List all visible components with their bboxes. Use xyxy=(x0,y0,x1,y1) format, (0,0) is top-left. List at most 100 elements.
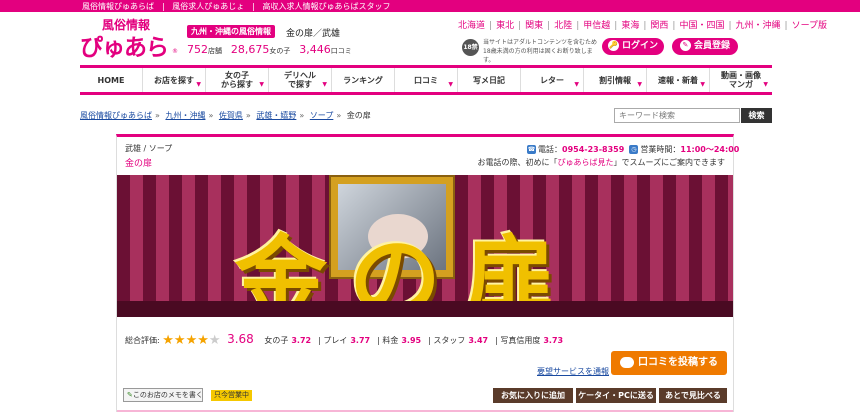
logo-registered-mark: ® xyxy=(172,48,178,55)
site-logo[interactable]: 風俗情報 ぴゅあらば ® xyxy=(80,16,180,95)
caret-down-icon: ▼ xyxy=(763,81,768,88)
phone-icon: ☎ xyxy=(527,145,536,154)
open-now-badge: 只今営業中 xyxy=(211,390,252,401)
add-favorite-button[interactable]: お気に入りに追加 xyxy=(493,388,573,403)
breadcrumb-link[interactable]: 風俗情報ぴゅあらば xyxy=(80,111,152,120)
star-filled-icon: ★ xyxy=(185,333,198,348)
banner-floor xyxy=(117,301,733,317)
star-filled-icon: ★ xyxy=(173,333,186,348)
nav-reviews[interactable]: 口コミ ▼ xyxy=(395,68,458,92)
call-note: お電話の際、初めに「ぴゅあらば見た」でスムーズにご案内できます xyxy=(478,157,725,168)
pencil-icon: ✎ xyxy=(679,40,691,51)
site-stats: 752店舗 28,675女の子 3,446口コミ xyxy=(187,43,358,56)
nav-news[interactable]: 速報・新着 ▼ xyxy=(647,68,710,92)
nav-media[interactable]: 動画・画像 マンガ ▼ xyxy=(710,68,772,92)
register-label: 会員登録 xyxy=(693,41,730,51)
caret-down-icon: ▼ xyxy=(448,81,453,88)
nav-label: 写メ日記 xyxy=(473,75,505,85)
region-link[interactable]: 甲信越 xyxy=(583,21,610,31)
caret-down-icon: ▼ xyxy=(196,81,201,88)
nav-find-shop[interactable]: お店を探す ▼ xyxy=(143,68,206,92)
call-note-pre: お電話の際、初めに「 xyxy=(477,158,558,167)
adult-notice: 18禁 当サイトはアダルトコンテンツを含むため18歳未満の方の利用は固くお断り致… xyxy=(462,38,597,64)
stat-reviews-unit: 口コミ xyxy=(330,47,352,55)
region-link[interactable]: 東海 xyxy=(621,21,639,31)
nav-label: レター xyxy=(540,75,564,85)
score-value: 3.95 xyxy=(401,336,422,345)
region-link[interactable]: 北海道 xyxy=(458,21,485,31)
caret-down-icon: ▼ xyxy=(637,81,642,88)
keyword-search-input[interactable] xyxy=(614,108,740,123)
key-icon: 🔑 xyxy=(607,40,619,51)
region-link[interactable]: 北陸 xyxy=(554,21,572,31)
phone-number[interactable]: 0954-23-8359 xyxy=(562,145,624,154)
nav-photo-diary[interactable]: 写メ日記 xyxy=(458,68,521,92)
send-to-mobile-button[interactable]: ケータイ・PCに送る xyxy=(576,388,656,403)
breadcrumb-link[interactable]: 佐賀県 xyxy=(219,111,243,120)
nav-label: デリヘル で探す xyxy=(284,71,316,89)
adult-18-icon: 18禁 xyxy=(462,39,479,56)
memo-label: このお店のメモを書く xyxy=(132,391,203,399)
nav-label: 女の子 から探す xyxy=(221,71,253,89)
caret-down-icon: ▼ xyxy=(700,81,705,88)
top-links: 風俗情報ぴゅあらば | 風俗求人ぴゅあじょ | 高収入求人情報ぴゅあらばスタッフ xyxy=(82,2,391,11)
nav-label: HOME xyxy=(97,75,125,85)
stat-girls-count: 28,675 xyxy=(230,43,270,56)
breadcrumb-link[interactable]: 武雄・嬉野 xyxy=(256,111,296,120)
score-label: 写真信用度 xyxy=(500,336,541,345)
nav-label: お店を探す xyxy=(154,75,194,85)
compare-later-button[interactable]: あとで見比べる xyxy=(659,388,727,403)
region-link[interactable]: 中国・四国 xyxy=(679,21,724,31)
nav-label: 割引情報 xyxy=(599,75,631,85)
score-value: 3.72 xyxy=(291,336,312,345)
nav-home[interactable]: HOME xyxy=(80,68,143,92)
top-link-pure-jobs[interactable]: 風俗求人ぴゅあじょ xyxy=(172,2,244,11)
region-link[interactable]: 関東 xyxy=(525,21,543,31)
region-link[interactable]: 関西 xyxy=(650,21,668,31)
shop-card: 武雄 / ソープ 金の扉 ☎ 電話：0954-23-8359 ◷ 営業時間：11:0… xyxy=(116,134,739,412)
breadcrumb: 風俗情報ぴゅあらば» 九州・沖縄» 佐賀県» 武雄・嬉野» ソープ» 金の扉 xyxy=(80,111,371,120)
breadcrumb-link[interactable]: 九州・沖縄 xyxy=(165,111,205,120)
login-label: ログイン xyxy=(621,41,658,51)
stat-reviews-count: 3,446 xyxy=(299,43,331,56)
shop-category: 武雄 / ソープ xyxy=(125,144,173,153)
nav-label: 口コミ xyxy=(414,75,438,85)
search-button[interactable]: 検索 xyxy=(741,108,772,123)
post-review-label: 口コミを投稿する xyxy=(638,357,718,368)
stat-shops-unit: 店舗 xyxy=(208,47,222,55)
post-review-button[interactable]: 口コミを投稿する xyxy=(611,351,727,375)
main-nav: HOME お店を探す ▼ 女の子 から探す ▼ デリヘル で探す ▼ ランキング 口コ… xyxy=(80,65,772,95)
region-link[interactable]: 九州・沖縄 xyxy=(736,21,781,31)
top-link-purelovers[interactable]: 風俗情報ぴゅあらば xyxy=(82,2,154,11)
region-link[interactable]: ソープ版 xyxy=(792,21,827,31)
top-strip: 風俗情報ぴゅあらば | 風俗求人ぴゅあじょ | 高収入求人情報ぴゅあらばスタッフ xyxy=(0,0,860,12)
star-empty-icon: ★ xyxy=(208,333,221,348)
stat-girls-unit: 女の子 xyxy=(269,47,291,55)
score-value: 3.73 xyxy=(543,336,564,345)
rating-bar: 総合評価: ★★★★★ 3.68 女の子 3.72 | プレイ 3.77 | 料金 3.9… xyxy=(125,332,564,348)
nav-delivery[interactable]: デリヘル で探す ▼ xyxy=(269,68,332,92)
page-title: 金の扉／武雄 xyxy=(286,29,341,39)
report-request-link[interactable]: 要望サービスを通報 xyxy=(537,366,609,377)
region-link[interactable]: 東北 xyxy=(496,21,514,31)
nav-discounts[interactable]: 割引情報 ▼ xyxy=(584,68,647,92)
caret-down-icon: ▼ xyxy=(574,81,579,88)
hours-label: 営業時間： xyxy=(640,145,681,154)
score-value: 3.77 xyxy=(350,336,371,345)
score-label: スタッフ xyxy=(433,336,466,345)
score-label: 女の子 xyxy=(264,336,289,345)
breadcrumb-link[interactable]: ソープ xyxy=(310,111,334,120)
login-button[interactable]: 🔑 ログイン xyxy=(602,38,664,55)
nav-label: 動画・画像 マンガ xyxy=(721,71,761,89)
speech-bubble-icon xyxy=(620,356,634,368)
caret-down-icon: ▼ xyxy=(322,81,327,88)
write-memo-button[interactable]: ✎このお店のメモを書く xyxy=(123,388,203,402)
register-button[interactable]: ✎ 会員登録 xyxy=(672,38,738,55)
nav-letter[interactable]: レター ▼ xyxy=(521,68,584,92)
breadcrumb-current: 金の扉 xyxy=(346,111,371,120)
nav-find-girl[interactable]: 女の子 から探す ▼ xyxy=(206,68,269,92)
call-note-highlight: ぴゅあらば見た xyxy=(557,158,614,167)
nav-ranking[interactable]: ランキング xyxy=(332,68,395,92)
top-link-staff-jobs[interactable]: 高収入求人情報ぴゅあらばスタッフ xyxy=(263,2,391,11)
region-links: 北海道 | 東北 | 関東 | 北陸 | 甲信越 | 東海 | 関西 | 中国・四国 | 九州・沖縄 | ソープ版 xyxy=(458,21,828,31)
